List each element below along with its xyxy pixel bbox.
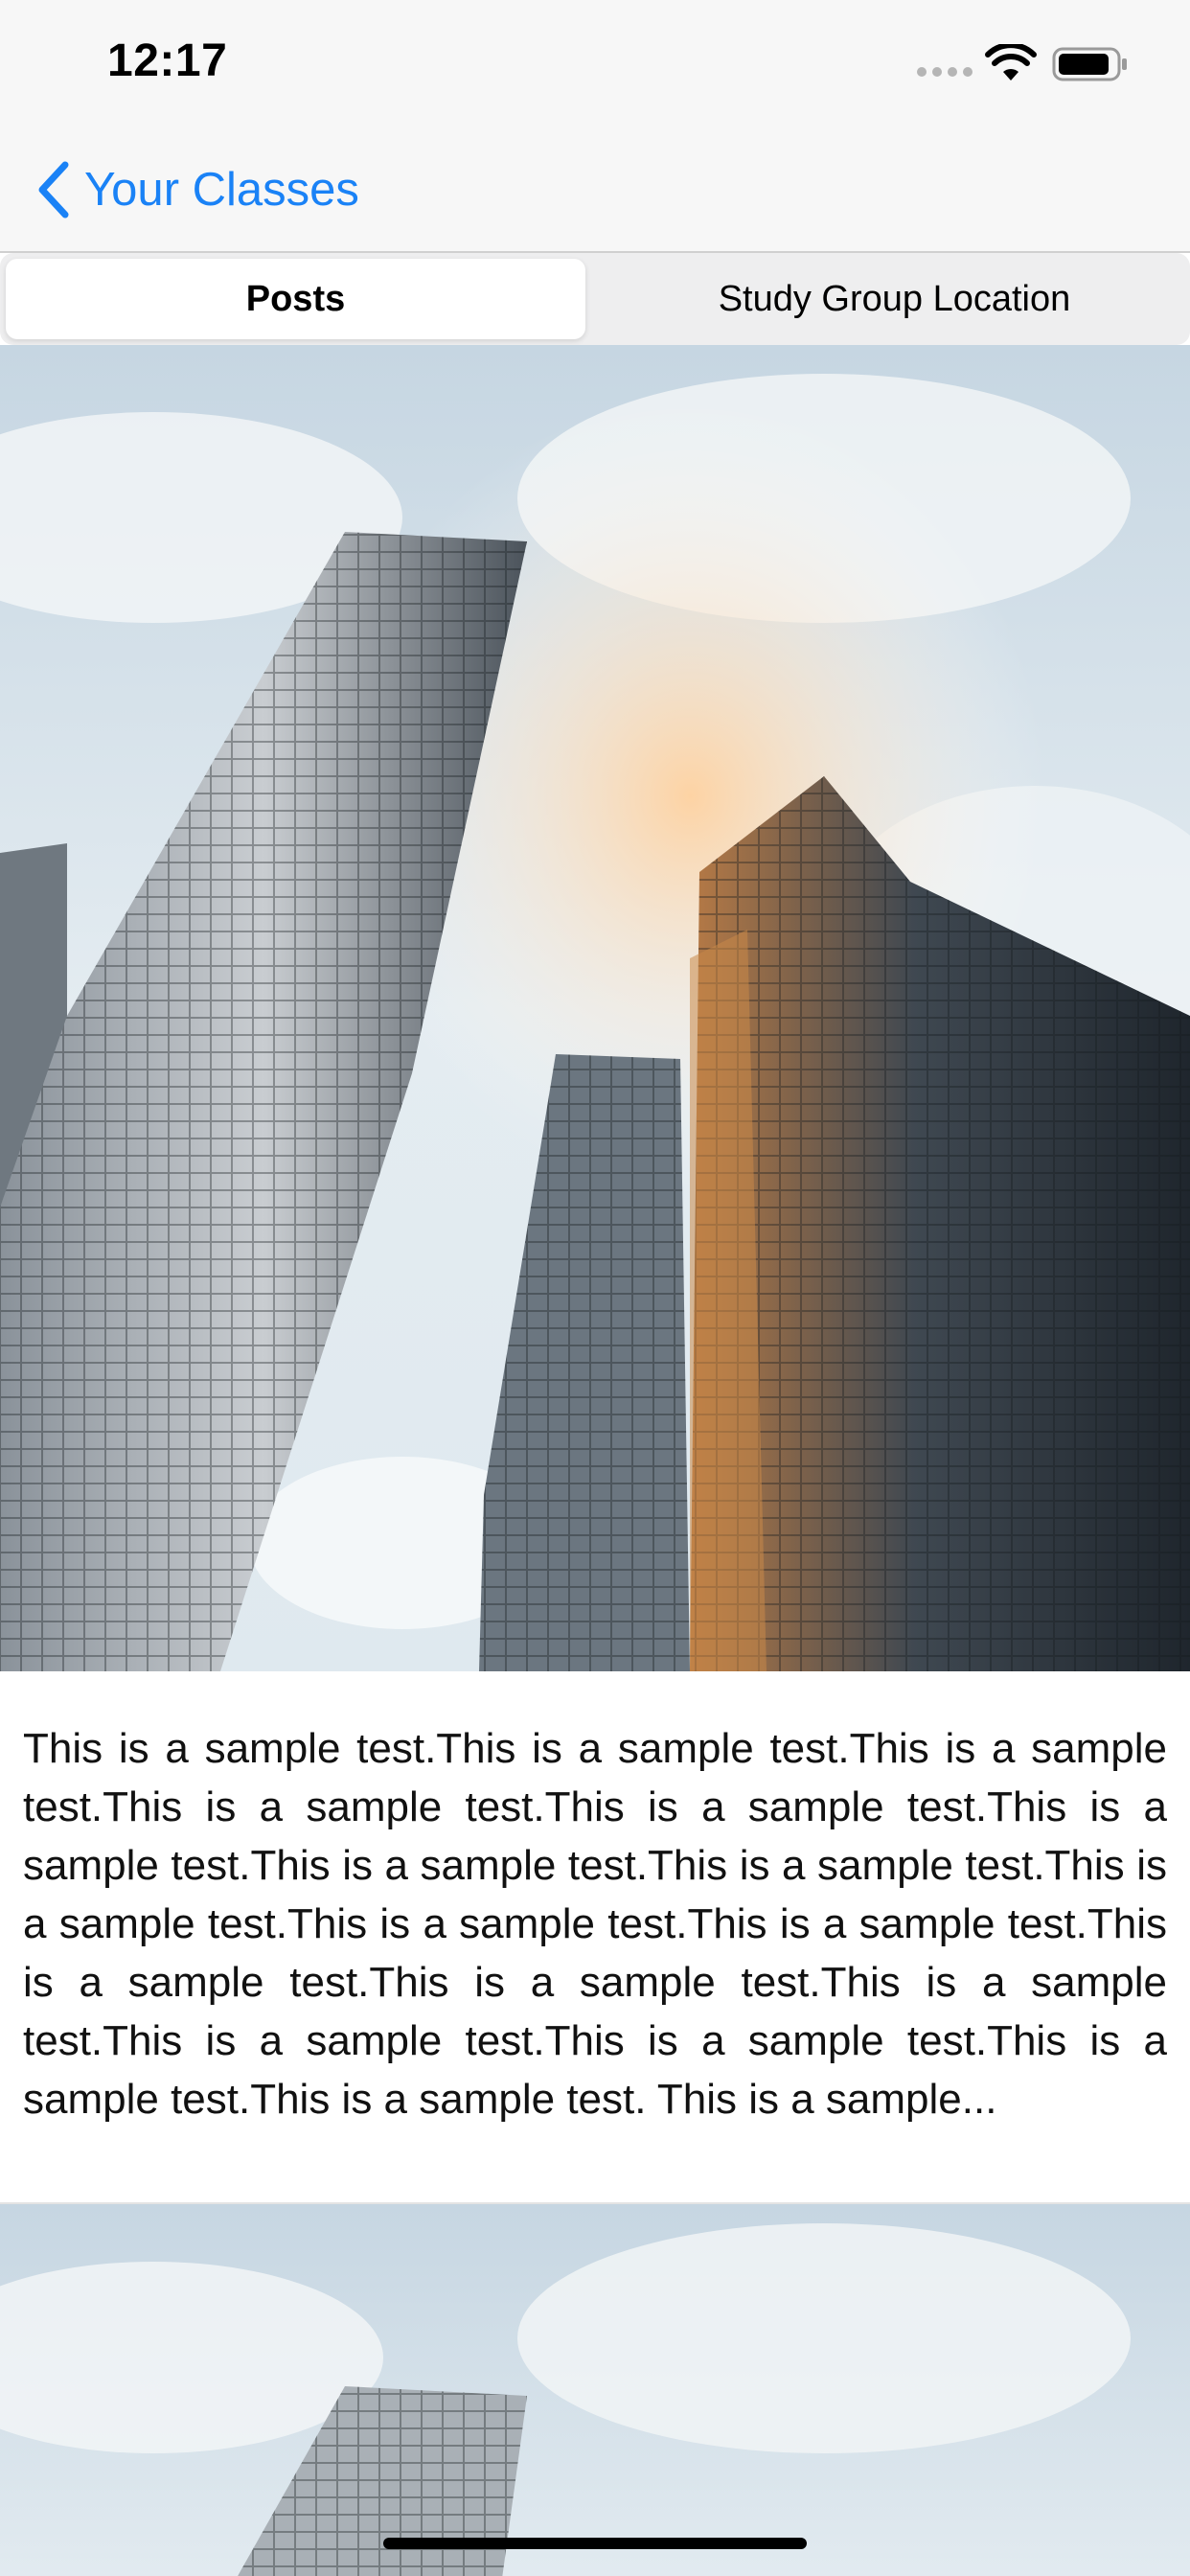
chevron-left-icon <box>38 161 69 218</box>
navigation-bar: Your Classes <box>0 126 1190 253</box>
back-button[interactable]: Your Classes <box>34 159 359 220</box>
segment-posts[interactable]: Posts <box>6 259 585 339</box>
segmented-control: Posts Study Group Location <box>0 253 1190 345</box>
segment-study-group-location[interactable]: Study Group Location <box>605 259 1184 339</box>
post-image[interactable] <box>0 2204 1190 2576</box>
segmented-control-container: Posts Study Group Location <box>0 253 1190 345</box>
cellular-signal-icon <box>917 67 973 77</box>
battery-icon <box>1052 47 1127 81</box>
back-button-label: Your Classes <box>84 164 359 216</box>
posts-feed[interactable]: This is a sample test.This is a sample t… <box>0 345 1190 2576</box>
wifi-icon <box>985 44 1037 80</box>
post-text: This is a sample test.This is a sample t… <box>0 1671 1190 2204</box>
status-time: 12:17 <box>107 35 228 86</box>
status-bar: 12:17 <box>0 0 1190 126</box>
home-indicator <box>383 2538 807 2549</box>
post-image[interactable] <box>0 345 1190 1671</box>
